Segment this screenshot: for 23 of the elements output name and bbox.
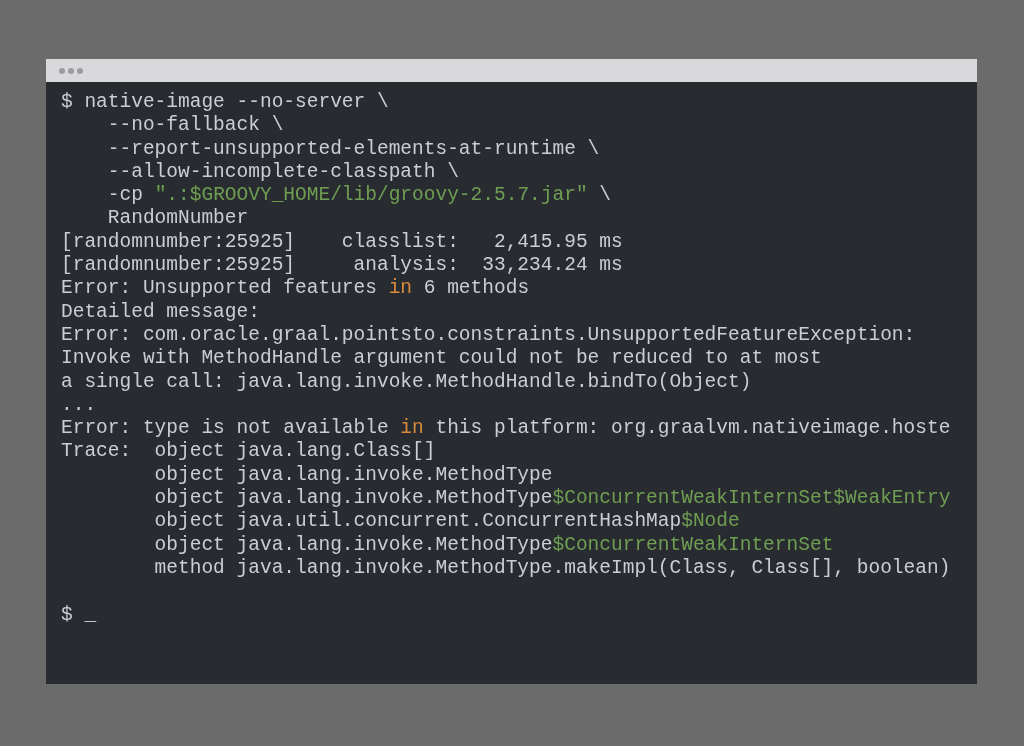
- terminal-line: -cp ".:$GROOVY_HOME/lib/groovy-2.5.7.jar" \: [106, 184, 611, 208]
- terminal-line: $ native-image --no-server \: [61, 91, 389, 115]
- terminal-line: Error: com.oracle.graal.pointsto.constraints.UnsupportedFeatureException:: [61, 323, 916, 348]
- terminal-line: --allow-incomplete-classpath \: [106, 160, 459, 185]
- terminal-line: [randomnumber:25925] analysis: 33,234.24 ms: [61, 254, 623, 278]
- terminal-line: ...: [61, 393, 97, 418]
- window-dots-icon: [58, 66, 84, 75]
- terminal-line: Error: Unsupported features in 6 methods: [61, 277, 530, 301]
- terminal-line: object java.lang.invoke.MethodType: [153, 463, 553, 488]
- terminal-line: Trace: object java.lang.Class[]: [61, 440, 436, 464]
- terminal-line: $ _: [61, 603, 97, 627]
- terminal-line: Invoke with MethodHandle argument could not be reduced to at most: [61, 347, 822, 371]
- terminal-line: RandomNumber: [106, 207, 249, 231]
- terminal-line: Detailed message:: [61, 300, 260, 324]
- terminal-line: --report-unsupported-elements-at-runtime \: [106, 137, 600, 161]
- terminal-line: --no-fallback \: [106, 114, 284, 138]
- terminal-line: object java.util.concurrent.ConcurrentHashMap$Node: [153, 510, 740, 534]
- terminal-line: object java.lang.invoke.MethodType$ConcurrentWeakInternSet: [153, 533, 834, 557]
- terminal-line: a single call: java.lang.invoke.MethodHandle.bindTo(Object): [61, 370, 752, 394]
- terminal-line: method java.lang.invoke.MethodType.makeImpl(Class, Class[], boolean): [153, 556, 951, 581]
- terminal-line: object java.lang.invoke.MethodType$ConcurrentWeakInternSet$WeakEntry: [153, 487, 951, 511]
- terminal-line: [randomnumber:25925] classlist: 2,415.95 ms: [61, 230, 623, 255]
- terminal-line: Error: type is not available in this platform: org.graalvm.nativeimage.hoste: [61, 417, 951, 441]
